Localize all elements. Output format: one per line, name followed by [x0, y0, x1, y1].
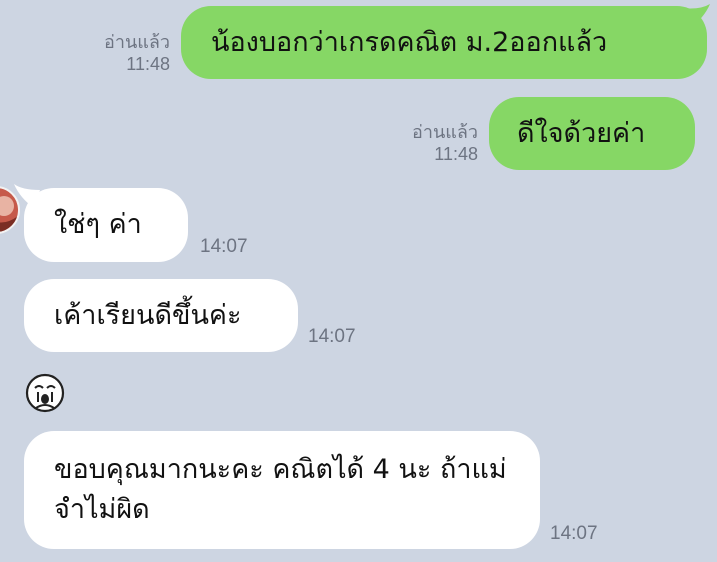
message-time: 14:07: [308, 326, 356, 347]
message-time: 14:07: [550, 523, 598, 544]
message-time: 11:48: [126, 54, 170, 74]
message-time: 11:48: [434, 144, 478, 164]
message-bubble[interactable]: ดีใจด้วยค่า: [489, 97, 695, 170]
message-meta: อ่านแล้ว 11:48: [96, 31, 170, 75]
read-receipt: อ่านแล้ว: [104, 32, 170, 52]
message-bubble[interactable]: ขอบคุณมากนะคะ คณิตได้ 4 นะ ถ้าแม่จำไม่ผิ…: [24, 431, 540, 549]
message-bubble[interactable]: น้องบอกว่าเกรดคณิต ม.2ออกแล้ว: [181, 6, 707, 79]
message-text: ขอบคุณมากนะคะ คณิตได้ 4 นะ ถ้าแม่จำไม่ผิ…: [54, 454, 507, 525]
message-bubble[interactable]: เค้าเรียนดีขึ้นค่ะ: [24, 279, 298, 352]
crying-face-sticker-icon[interactable]: [24, 372, 66, 414]
message-time: 14:07: [200, 236, 248, 257]
message-bubble[interactable]: ใช่ๆ ค่า: [24, 188, 188, 262]
read-receipt: อ่านแล้ว: [412, 122, 478, 142]
message-meta: อ่านแล้ว 11:48: [404, 121, 478, 165]
sticker-image: [25, 373, 65, 413]
